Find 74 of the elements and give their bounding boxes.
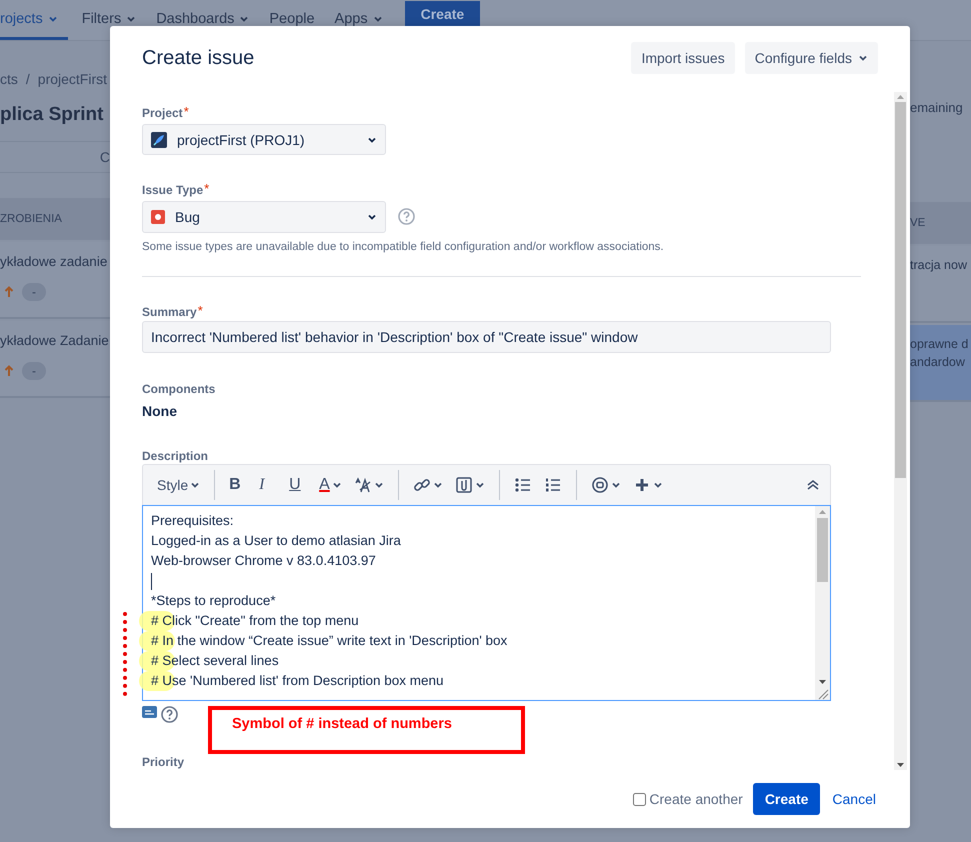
text-mode-icon[interactable] bbox=[142, 706, 157, 718]
breadcrumb-link[interactable]: projectFirst bbox=[38, 71, 108, 87]
create-another-checkbox[interactable] bbox=[633, 792, 646, 806]
description-line: # In the window “Create issue” write text in 'Description' box bbox=[151, 632, 508, 648]
required-mark: * bbox=[204, 181, 210, 196]
required-mark: * bbox=[198, 303, 203, 318]
description-line: # Use 'Numbered list' from Description box menu bbox=[151, 672, 444, 688]
resize-grip-icon bbox=[816, 688, 828, 700]
remaining-text: emaining bbox=[910, 100, 964, 115]
breadcrumb-separator: / bbox=[26, 71, 30, 87]
description-line: Web-browser Chrome v 83.0.4103.97 bbox=[151, 552, 376, 568]
issue-card[interactable]: oprawne d andardow bbox=[910, 325, 971, 402]
text-size-icon bbox=[354, 476, 372, 494]
arrow-up-icon bbox=[4, 365, 14, 377]
scrollbar-thumb[interactable] bbox=[895, 102, 906, 478]
chevron-down-icon bbox=[367, 212, 377, 222]
header-button[interactable]: Configure fields bbox=[744, 42, 878, 74]
numbered-list-icon bbox=[544, 476, 562, 494]
arrow-up-icon bbox=[4, 286, 14, 298]
field-label: Summary bbox=[142, 305, 197, 320]
description-line: # Select several lines bbox=[151, 652, 279, 668]
text-color-button[interactable]: A bbox=[315, 470, 346, 500]
issue-title: oprawne d bbox=[910, 337, 970, 351]
issue-title: ykładowe zadanie bbox=[0, 254, 108, 269]
style-dropdown[interactable]: Style bbox=[153, 470, 204, 500]
dialog-title: Create issue bbox=[142, 46, 254, 70]
rocket-icon bbox=[151, 132, 167, 148]
column-header: ZROBIENIA bbox=[0, 198, 110, 240]
nav-item[interactable]: Dashboards bbox=[146, 0, 260, 40]
create-button[interactable]: Create bbox=[404, 1, 480, 27]
text-cursor bbox=[151, 572, 152, 590]
field-label: Priority bbox=[142, 754, 184, 770]
field-label: Description bbox=[142, 448, 208, 464]
annotation-callout: Symbol of # instead of numbers bbox=[208, 706, 525, 754]
estimate-badge: - bbox=[22, 362, 46, 380]
column-header: VE bbox=[910, 202, 971, 244]
scrollbar[interactable] bbox=[815, 506, 830, 700]
chevron-down-icon bbox=[858, 53, 868, 63]
scrollbar[interactable] bbox=[894, 92, 907, 770]
collapse-icon[interactable] bbox=[806, 478, 820, 491]
issue-type-select[interactable]: Bug bbox=[142, 201, 386, 234]
checkbox-label: Create another bbox=[649, 791, 743, 807]
cancel-link[interactable]: Cancel bbox=[830, 791, 878, 807]
estimate-badge: - bbox=[22, 283, 46, 301]
create-button[interactable]: Create bbox=[752, 783, 820, 815]
summary-field[interactable]: Incorrect 'Numbered list' behavior in 'Description' box of "Create issue" window bbox=[142, 321, 831, 353]
nav-item[interactable]: Filters bbox=[72, 0, 146, 40]
underline-button[interactable]: U bbox=[285, 470, 312, 500]
field-label: Project bbox=[142, 106, 183, 120]
issue-title: tracja now bbox=[910, 258, 968, 272]
nav-item[interactable]: rojects bbox=[0, 0, 68, 40]
description-line: Logged-in as a User to demo atlasian Jira bbox=[151, 532, 401, 548]
nav-item[interactable]: Apps bbox=[324, 0, 393, 40]
field-hint: Some issue types are unavailable due to incompatible field configuration and/or workflow associations. bbox=[142, 241, 664, 254]
help-icon[interactable] bbox=[161, 706, 178, 723]
bug-icon bbox=[151, 210, 165, 224]
header-button[interactable]: Import issues bbox=[631, 42, 735, 74]
issue-title: andardow bbox=[910, 355, 966, 369]
bullet-list-icon bbox=[514, 476, 532, 494]
description-line: Prerequisites: bbox=[151, 512, 234, 528]
project-select[interactable]: projectFirst (PROJ1) bbox=[142, 124, 386, 156]
components-value: None bbox=[142, 402, 177, 419]
required-mark: * bbox=[184, 104, 189, 119]
bold-button[interactable]: B bbox=[225, 470, 252, 500]
board-title: plica Sprint bbox=[0, 104, 104, 126]
field-label: Issue Type bbox=[142, 183, 204, 198]
paperclip-icon bbox=[454, 476, 473, 494]
italic-button[interactable]: I bbox=[255, 470, 282, 500]
description-line: # Click "Create" from the top menu bbox=[151, 612, 359, 628]
breadcrumb-link[interactable]: cts bbox=[0, 71, 18, 87]
scrollbar-thumb[interactable] bbox=[817, 518, 828, 582]
issue-title: ykładowe Zadanie bbox=[0, 333, 110, 348]
field-label: Components bbox=[142, 380, 216, 397]
description-line: *Steps to reproduce* bbox=[151, 592, 276, 608]
